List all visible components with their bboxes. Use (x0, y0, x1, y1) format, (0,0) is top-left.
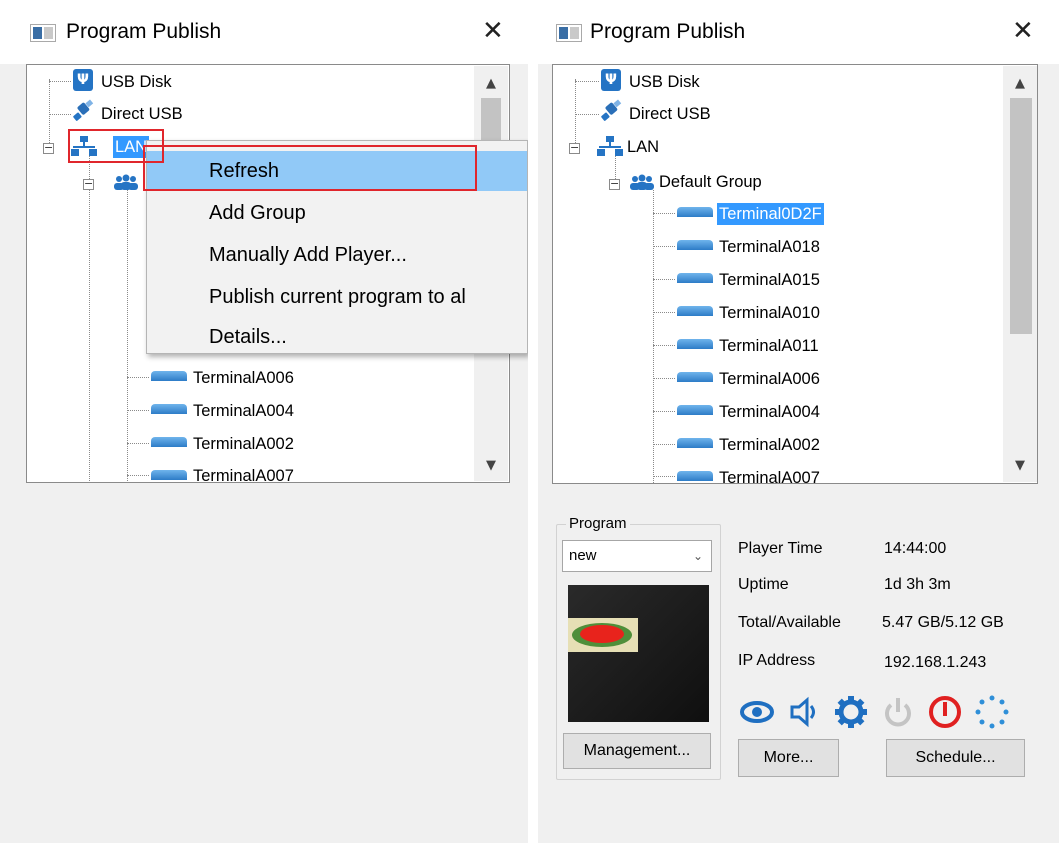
menu-item-add-group[interactable]: Add Group (147, 193, 527, 233)
terminal-icon (677, 339, 713, 349)
tree-item-terminal[interactable]: TerminalA006 (193, 367, 294, 389)
tree-item-direct-usb[interactable]: Direct USB (101, 103, 183, 125)
scroll-up-icon[interactable]: ▲ (1010, 76, 1030, 91)
eye-icon[interactable] (739, 694, 775, 730)
terminal-icon (677, 471, 713, 481)
tree-item-terminal[interactable]: TerminalA007 (193, 465, 294, 482)
tree-item-terminal[interactable]: TerminalA011 (719, 335, 819, 357)
expand-collapse-icon[interactable]: − (43, 142, 54, 154)
tree-item-default-group[interactable]: Default Group (659, 171, 762, 193)
program-select-value: new (569, 547, 597, 564)
restart-icon[interactable] (927, 694, 963, 730)
tree-item-terminal-selected[interactable]: Terminal0D2F (717, 203, 824, 225)
terminal-icon (677, 405, 713, 415)
player-time-label: Player Time (738, 540, 823, 557)
scroll-up-icon[interactable]: ▲ (481, 76, 501, 91)
schedule-button[interactable]: Schedule... (886, 739, 1025, 777)
storage-label: Total/Available (738, 614, 841, 631)
terminal-icon (677, 438, 713, 448)
menu-item-details[interactable]: Details... (147, 317, 527, 353)
uptime-value: 1d 3h 3m (884, 576, 951, 593)
terminal-icon (151, 404, 187, 414)
tree-item-lan[interactable]: LAN (627, 136, 659, 158)
right-dialog: Program Publish ✕ Ψ USB Disk Direct USB … (538, 0, 1059, 843)
tree-item-terminal[interactable]: TerminalA007 (719, 467, 820, 483)
app-icon (556, 24, 582, 42)
terminal-icon (677, 306, 713, 316)
tree-item-terminal[interactable]: TerminalA002 (719, 434, 820, 456)
close-icon[interactable]: ✕ (482, 15, 504, 46)
expand-collapse-icon[interactable]: − (569, 142, 580, 154)
terminal-icon (151, 437, 187, 447)
direct-usb-icon (601, 99, 622, 121)
program-groupbox-label: Program (566, 515, 630, 532)
direct-usb-icon (73, 99, 94, 121)
power-icon[interactable] (880, 694, 916, 730)
gear-icon[interactable] (833, 694, 869, 730)
close-icon[interactable]: ✕ (1012, 15, 1034, 46)
window-title: Program Publish (590, 20, 746, 43)
uptime-label: Uptime (738, 576, 789, 593)
speaker-icon[interactable] (786, 694, 822, 730)
terminal-icon (677, 273, 713, 283)
tree-item-usb-disk[interactable]: USB Disk (629, 71, 700, 93)
terminal-icon (151, 470, 187, 480)
terminal-icon (151, 371, 187, 381)
tree-item-terminal[interactable]: TerminalA015 (719, 269, 820, 291)
tree-item-terminal[interactable]: TerminalA018 (719, 236, 820, 258)
divider (528, 0, 538, 843)
program-preview (568, 585, 709, 722)
vertical-scrollbar[interactable]: ▲ ▼ (1003, 66, 1037, 482)
ip-address-label: IP Address (738, 652, 816, 669)
device-tree[interactable]: Ψ USB Disk Direct USB − LAN − Default Gr… (552, 64, 1038, 484)
menu-item-manually-add-player[interactable]: Manually Add Player... (147, 235, 527, 275)
terminal-icon (677, 240, 713, 250)
expand-collapse-icon[interactable]: − (83, 178, 94, 190)
group-icon (114, 174, 138, 190)
tree-item-direct-usb[interactable]: Direct USB (629, 103, 711, 125)
scroll-down-icon[interactable]: ▼ (1010, 458, 1030, 473)
program-select[interactable]: new ⌄ (562, 540, 712, 572)
scroll-thumb[interactable] (1010, 98, 1032, 334)
title-bar[interactable]: Program Publish ✕ (538, 0, 1059, 64)
chevron-down-icon: ⌄ (692, 549, 703, 563)
scroll-down-icon[interactable]: ▼ (481, 458, 501, 473)
app-icon (30, 24, 56, 42)
tree-item-terminal[interactable]: TerminalA010 (719, 302, 820, 324)
menu-item-publish-current-program[interactable]: Publish current program to al (147, 277, 527, 317)
usb-disk-icon: Ψ (73, 69, 93, 91)
tree-item-usb-disk[interactable]: USB Disk (101, 71, 172, 93)
title-bar[interactable]: Program Publish ✕ (0, 0, 528, 64)
storage-value: 5.47 GB/5.12 GB (882, 614, 1004, 631)
tree-item-terminal[interactable]: TerminalA004 (719, 401, 820, 423)
terminal-icon (677, 207, 713, 217)
expand-collapse-icon[interactable]: − (609, 178, 620, 190)
tree-item-terminal[interactable]: TerminalA006 (719, 368, 820, 390)
ip-address-value: 192.168.1.243 (884, 654, 987, 671)
more-button[interactable]: More... (738, 739, 839, 777)
management-button[interactable]: Management... (563, 733, 711, 769)
dots-ring-icon[interactable] (974, 694, 1010, 730)
player-time-value: 14:44:00 (884, 540, 947, 557)
tree-item-terminal[interactable]: TerminalA004 (193, 400, 294, 422)
food-thumbnail-icon (568, 618, 638, 652)
tree-item-terminal[interactable]: TerminalA002 (193, 433, 294, 455)
annotation-box-refresh (143, 145, 477, 191)
usb-disk-icon: Ψ (601, 69, 621, 91)
left-dialog: Program Publish ✕ Ψ USB Disk Direct USB … (0, 0, 528, 843)
window-title: Program Publish (66, 20, 222, 43)
terminal-icon (677, 372, 713, 382)
group-icon (630, 174, 654, 190)
lan-network-icon (597, 136, 623, 156)
